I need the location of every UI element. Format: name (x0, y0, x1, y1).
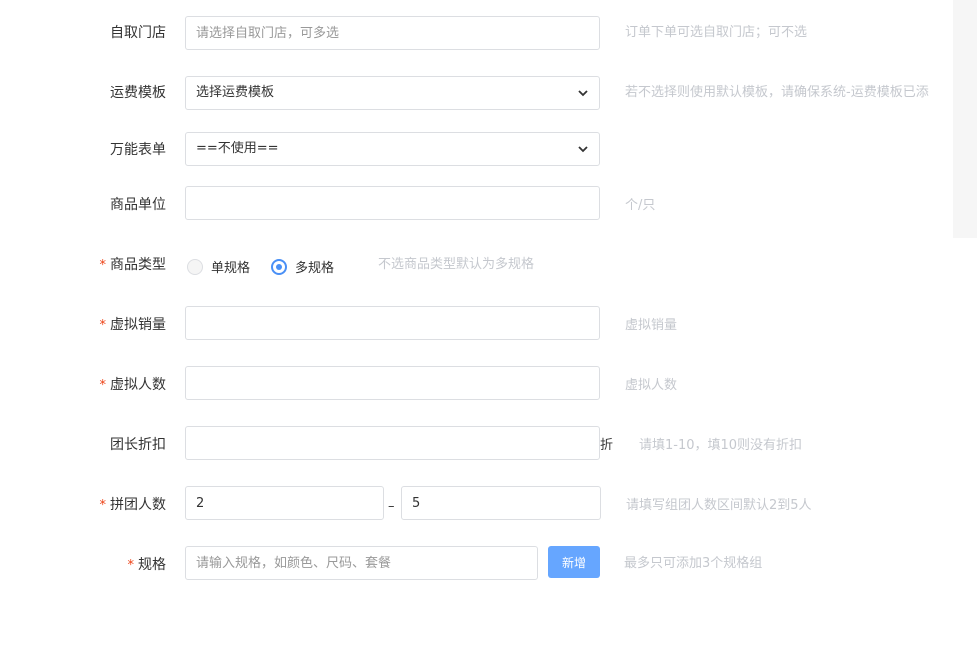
spec-input[interactable] (185, 546, 538, 580)
unit-label: 商品单位 (110, 197, 166, 213)
pickup-store-label: 自取门店 (110, 25, 166, 41)
unit-hint: 个/只 (625, 198, 656, 213)
required-mark: * (99, 318, 107, 333)
radio-single-spec[interactable]: 单规格 (187, 257, 250, 276)
product-type-hint: 不选商品类型默认为多规格 (378, 257, 535, 272)
shipping-template-value: 选择运费模板 (196, 85, 275, 100)
chevron-down-icon (578, 90, 588, 97)
group-size-label: * 拼团人数 (99, 497, 167, 513)
universal-form-select[interactable]: ==不使用== (185, 132, 600, 166)
range-separator: – (388, 499, 395, 514)
radio-single-spec-label: 单规格 (211, 261, 251, 276)
virtual-people-label: * 虚拟人数 (99, 377, 167, 393)
virtual-people-input[interactable] (185, 366, 600, 400)
leader-discount-label: 团长折扣 (110, 437, 166, 453)
virtual-sales-hint: 虚拟销量 (625, 318, 678, 333)
radio-circle (187, 258, 203, 275)
virtual-sales-input[interactable] (185, 306, 600, 340)
add-spec-button[interactable]: 新增 (548, 546, 600, 578)
required-mark: * (127, 558, 135, 573)
group-size-hint: 请填写组团人数区间默认2到5人 (626, 498, 812, 513)
shipping-template-label: 运费模板 (110, 85, 166, 101)
spec-label: * 规格 (127, 557, 167, 573)
universal-form-label: 万能表单 (110, 142, 166, 158)
required-mark: * (99, 258, 107, 273)
group-size-min-input[interactable] (185, 486, 384, 520)
leader-discount-input[interactable] (185, 426, 600, 460)
required-mark: * (99, 498, 107, 513)
radio-multi-spec-label: 多规格 (295, 261, 335, 276)
leader-discount-hint: 请填1-10，填10则没有折扣 (639, 438, 803, 453)
group-size-max-input[interactable] (401, 486, 601, 520)
scrollbar-track[interactable] (953, 0, 977, 238)
universal-form-value: ==不使用== (196, 141, 279, 156)
virtual-sales-label: * 虚拟销量 (99, 317, 167, 333)
product-type-label: * 商品类型 (99, 257, 167, 273)
radio-multi-spec[interactable]: 多规格 (271, 257, 334, 276)
spec-hint: 最多只可添加3个规格组 (624, 556, 763, 571)
virtual-people-hint: 虚拟人数 (625, 378, 678, 393)
shipping-template-select[interactable]: 选择运费模板 (185, 76, 600, 110)
discount-suffix: 折 (600, 438, 614, 453)
pickup-store-hint: 订单下单可选自取门店；可不选 (625, 25, 808, 40)
radio-circle-checked (271, 258, 287, 275)
pickup-store-input[interactable] (185, 16, 600, 50)
chevron-down-icon (578, 146, 588, 153)
required-mark: * (99, 378, 107, 393)
unit-input[interactable] (185, 186, 600, 220)
shipping-template-hint: 若不选择则使用默认模板，请确保系统-运费模板已添 (625, 85, 929, 100)
